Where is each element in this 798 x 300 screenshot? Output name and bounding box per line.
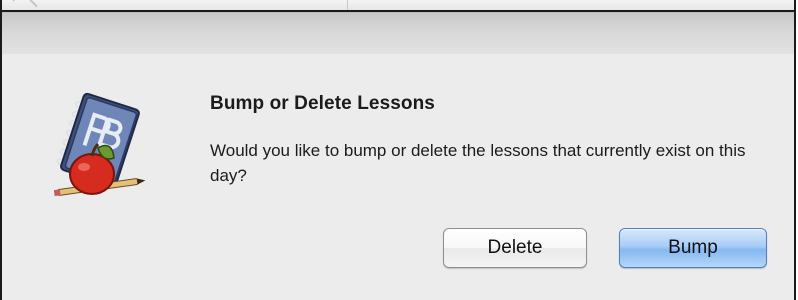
planbook-app-icon bbox=[50, 88, 146, 206]
window-top-strip bbox=[2, 0, 794, 10]
bump-button[interactable]: Bump bbox=[619, 228, 767, 268]
sheet-header bbox=[2, 12, 794, 54]
dialog-title: Bump or Delete Lessons bbox=[210, 93, 435, 114]
dialog-window: Bump or Delete Lessons Would you like to… bbox=[0, 0, 796, 300]
dialog-message: Would you like to bump or delete the les… bbox=[210, 141, 746, 185]
delete-button[interactable]: Delete bbox=[443, 228, 587, 268]
